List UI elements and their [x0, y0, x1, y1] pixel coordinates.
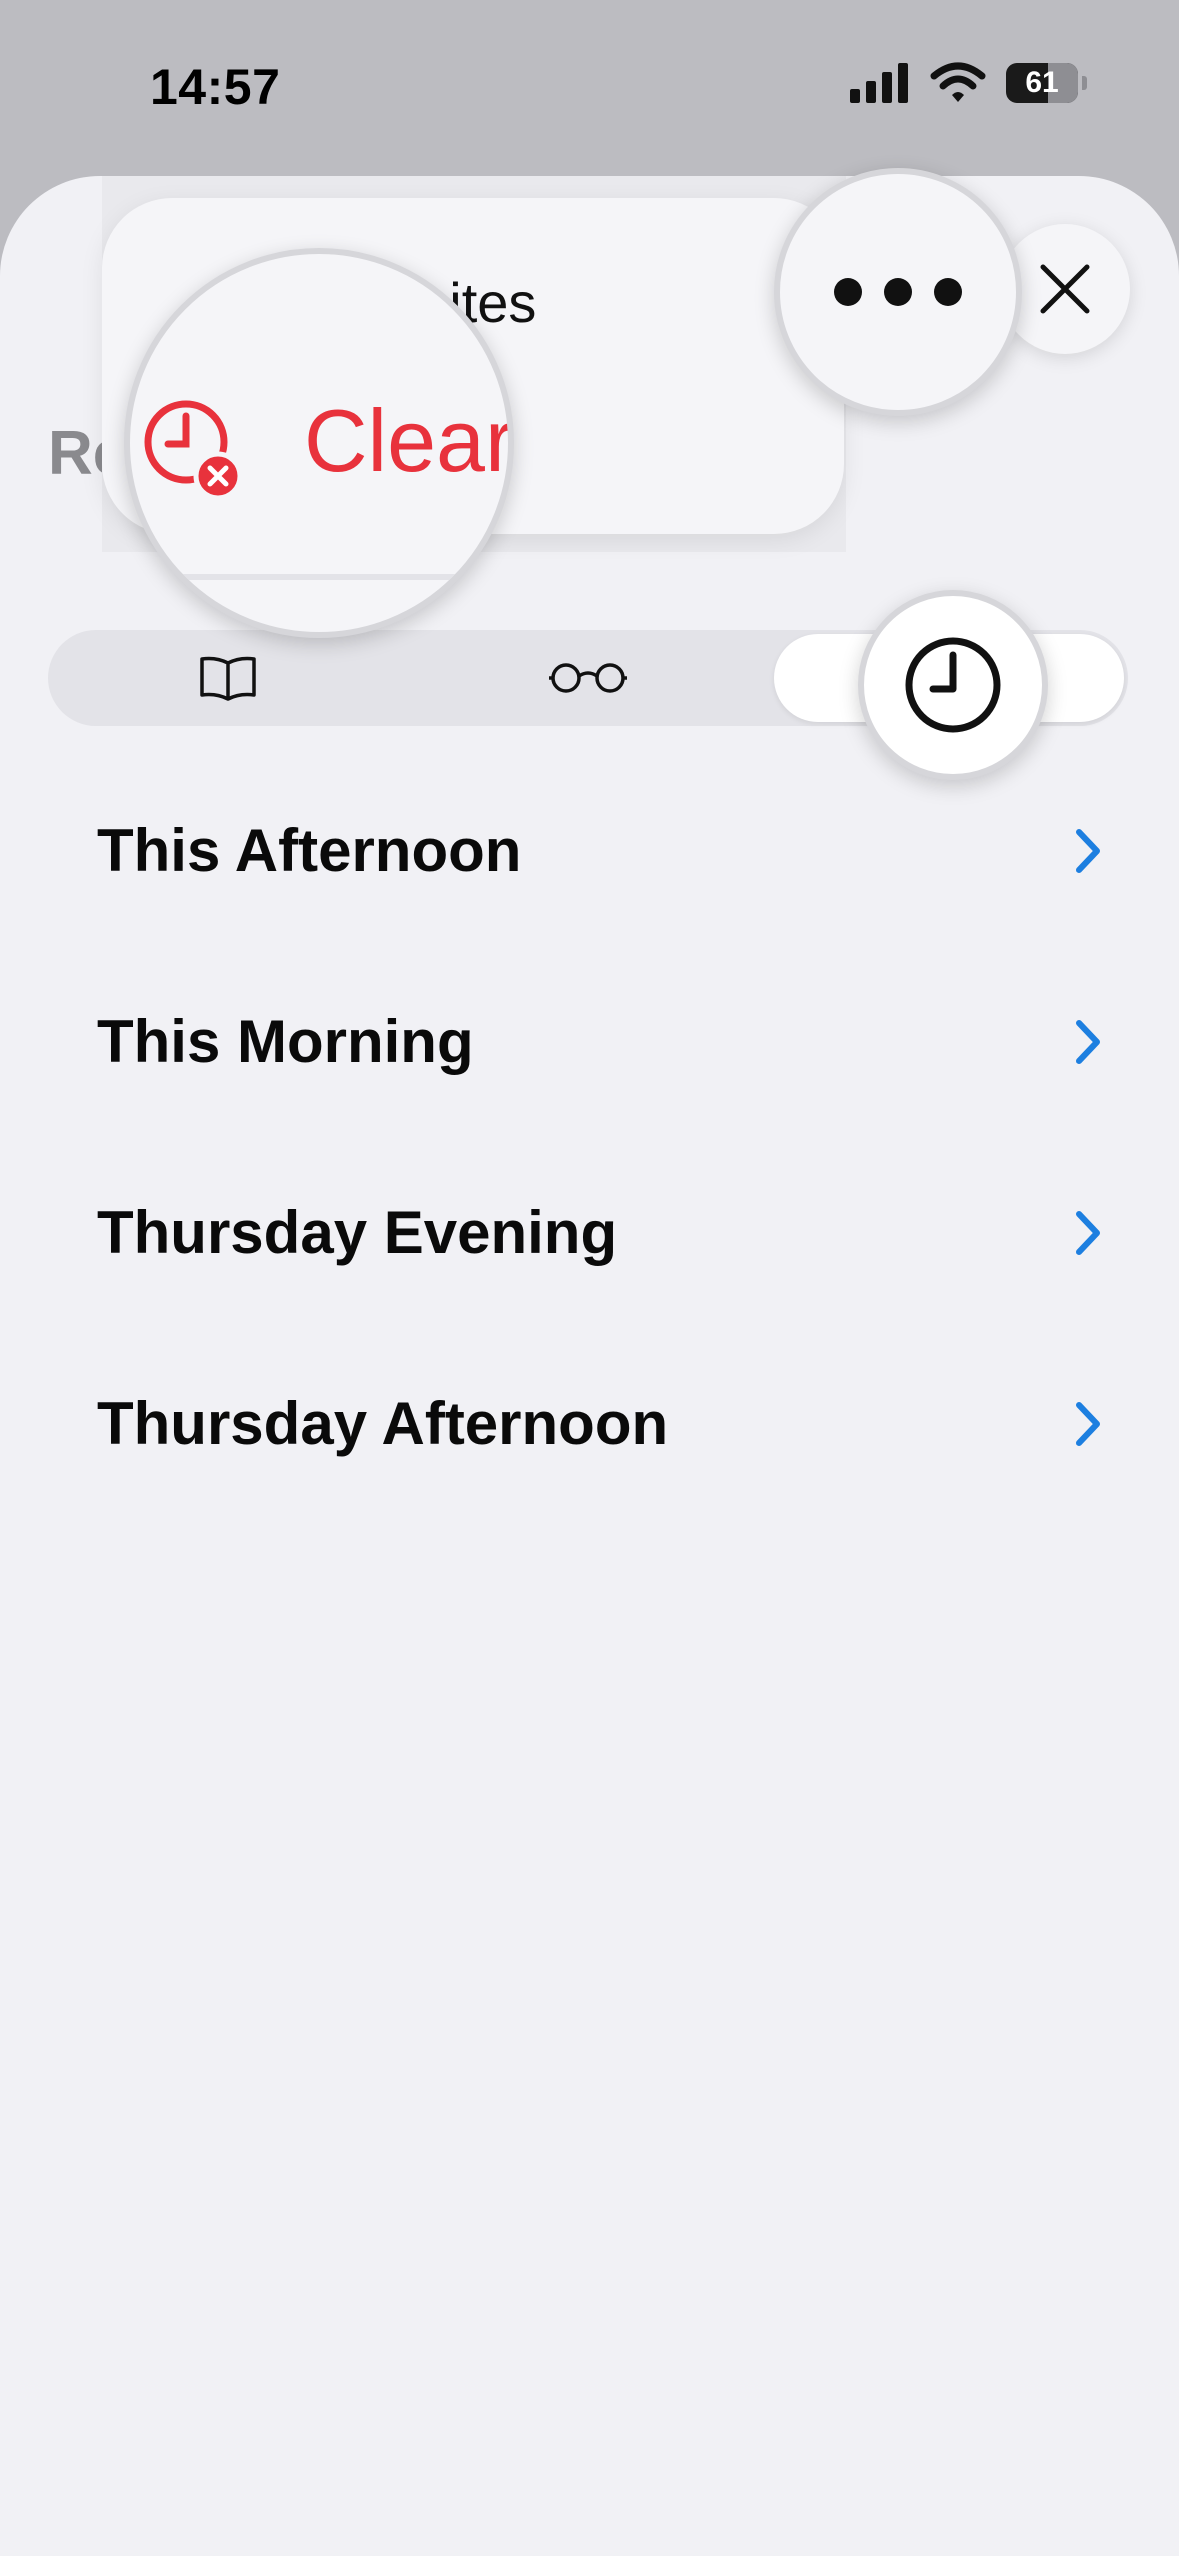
battery-level: 61 [1025, 66, 1059, 99]
glasses-icon [549, 663, 627, 693]
chevron-right-icon [1076, 1210, 1100, 1255]
history-row-label: This Afternoon [97, 817, 522, 884]
more-button[interactable] [774, 168, 1022, 416]
status-time: 14:57 [150, 59, 281, 115]
clock-icon [905, 637, 1001, 733]
history-row[interactable]: This Afternoon [0, 755, 1179, 946]
status-icons: 61 [850, 62, 1087, 104]
menu-divider [130, 574, 508, 580]
battery-cap [1082, 76, 1087, 90]
chevron-right-icon [1076, 1019, 1100, 1064]
tab-bookmarks[interactable] [48, 630, 408, 726]
history-row[interactable]: This Morning [0, 946, 1179, 1137]
cellular-signal-icon [850, 63, 908, 103]
history-row[interactable]: Thursday Afternoon [0, 1328, 1179, 1519]
tab-reading-list[interactable] [408, 630, 768, 726]
history-row[interactable]: Thursday Evening [0, 1137, 1179, 1328]
history-row-label: Thursday Afternoon [97, 1390, 669, 1457]
chevron-right-icon [1076, 1401, 1100, 1446]
clear-button[interactable]: Clear [304, 390, 508, 492]
history-row-label: Thursday Evening [97, 1199, 618, 1266]
wifi-icon [930, 62, 986, 102]
magnifier-clear: Clear [124, 248, 514, 638]
book-icon [200, 656, 256, 701]
close-icon [1040, 264, 1090, 314]
ellipsis-icon [834, 278, 962, 306]
battery-icon: 61 [1006, 63, 1078, 103]
history-list: This Afternoon This Morning Thursday Eve… [0, 755, 1179, 1519]
chevron-right-icon [1076, 828, 1100, 873]
clock-clear-icon [144, 400, 243, 501]
magnifier-history-tab[interactable] [858, 590, 1048, 780]
history-row-label: This Morning [97, 1008, 474, 1075]
